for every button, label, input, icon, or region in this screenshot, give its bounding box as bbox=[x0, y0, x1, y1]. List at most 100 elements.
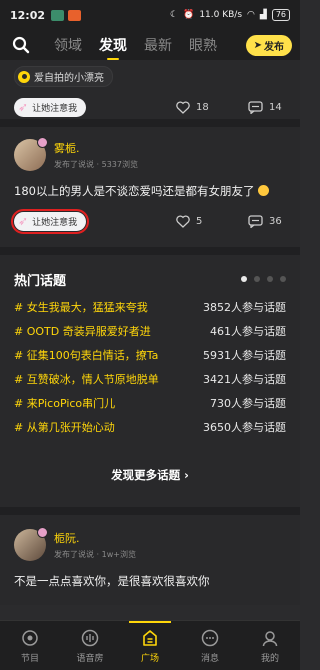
topic-row[interactable]: # 互赞破冰，情人节原地脱单 3421人参与话题 bbox=[14, 367, 286, 391]
top-nav: 领域 发现 最新 眼熟 ➤ 发布 bbox=[0, 30, 300, 60]
publish-button[interactable]: ➤ 发布 bbox=[245, 34, 292, 56]
like-count: 5 bbox=[196, 215, 203, 227]
post-actions: ➶ 让她注意我 18 14 bbox=[14, 89, 286, 125]
discover-more-topics-link[interactable]: 发现更多话题 › bbox=[14, 439, 286, 507]
topic-row[interactable]: # 女生我最大，猛猛来夸我 3852人参与话题 bbox=[14, 295, 286, 319]
profile-icon bbox=[260, 628, 280, 648]
bottom-nav: 节目 语音房 广场 消息 我的 bbox=[0, 620, 300, 670]
topic-name: # OOTD 奇装异服爱好者进 bbox=[14, 325, 151, 338]
nav-programs[interactable]: 节目 bbox=[0, 621, 60, 670]
nav-square[interactable]: 广场 bbox=[120, 621, 180, 670]
nav-profile[interactable]: 我的 bbox=[240, 621, 300, 670]
notice-her-button[interactable]: ➶ 让她注意我 bbox=[10, 208, 90, 234]
like-count: 18 bbox=[196, 101, 209, 113]
topic-count: 730人参与话题 bbox=[210, 397, 286, 410]
smile-emoji-icon bbox=[258, 185, 270, 196]
comment-button[interactable]: 14 bbox=[248, 100, 282, 114]
nav-messages-label: 消息 bbox=[200, 653, 219, 664]
tab-bar: 领域 发现 最新 眼熟 bbox=[54, 35, 217, 60]
post-text[interactable]: 不是一点点喜欢你，是很喜欢很喜欢你 bbox=[14, 573, 286, 589]
tab-domain[interactable]: 领域 bbox=[54, 35, 82, 55]
tab-familiar[interactable]: 眼熟 bbox=[189, 35, 217, 55]
hot-topics-title: 热门话题 bbox=[14, 273, 67, 289]
signal-icon: ▟ bbox=[259, 10, 267, 20]
like-button[interactable]: 5 bbox=[176, 214, 203, 228]
heart-icon bbox=[176, 100, 190, 114]
square-icon bbox=[140, 628, 160, 648]
heart-icon bbox=[176, 214, 190, 228]
soundwave-icon bbox=[80, 628, 100, 648]
wifi-icon: ◠ bbox=[247, 10, 255, 20]
post-text-body: 180以上的男人是不谈恋爱吗还是都有女朋友了 bbox=[14, 184, 255, 198]
notice-label: 让她注意我 bbox=[32, 103, 78, 114]
topic-row[interactable]: # 征集100句表白情话，撩Ta 5931人参与话题 bbox=[14, 343, 286, 367]
post-card: 栀阮. 发布了说说 · 1w+浏览 不是一点点喜欢你，是很喜欢很喜欢你 bbox=[0, 515, 300, 605]
carousel-dots[interactable] bbox=[241, 276, 286, 282]
nav-messages[interactable]: 消息 bbox=[180, 621, 240, 670]
gender-badge bbox=[37, 137, 48, 148]
notice-her-button[interactable]: ➶ 让她注意我 bbox=[14, 97, 87, 117]
hot-topics: 热门话题 # 女生我最大，猛猛来夸我 3852人参与话题 # OOTD 奇装异服爱… bbox=[0, 255, 300, 515]
topic-name: # 从第几张开始心动 bbox=[14, 421, 115, 434]
feed: 爱自拍的小漂亮 ➶ 让她注意我 18 14 雾栀. 发布了说说 · 5337浏览 bbox=[0, 60, 300, 605]
publish-label: 发布 bbox=[264, 41, 284, 53]
comment-button[interactable]: 36 bbox=[248, 214, 282, 228]
topic-count: 3852人参与话题 bbox=[203, 301, 286, 314]
topic-row[interactable]: # 来PicoPico串门儿 730人参与话题 bbox=[14, 391, 286, 415]
status-time: 12:02 bbox=[10, 8, 46, 22]
program-icon bbox=[20, 628, 40, 648]
nav-square-label: 广场 bbox=[140, 653, 159, 664]
message-icon bbox=[200, 628, 220, 648]
post-actions: ➶ 让她注意我 5 36 bbox=[10, 203, 286, 239]
topic-name: # 女生我最大，猛猛来夸我 bbox=[14, 301, 148, 314]
topic-count: 5931人参与话题 bbox=[203, 349, 286, 362]
nav-programs-label: 节目 bbox=[20, 653, 39, 664]
post-card: 爱自拍的小漂亮 ➶ 让她注意我 18 14 bbox=[0, 60, 300, 127]
carousel-dot bbox=[280, 276, 286, 282]
carousel-dot bbox=[254, 276, 260, 282]
network-speed: 11.0 KB/s bbox=[199, 10, 243, 20]
carousel-dot bbox=[267, 276, 273, 282]
like-button[interactable]: 18 bbox=[176, 100, 209, 114]
comment-count: 36 bbox=[269, 215, 282, 227]
alarm-icon: ⏰ bbox=[183, 10, 195, 20]
post-tag-label: 爱自拍的小漂亮 bbox=[34, 73, 104, 84]
topic-count: 461人参与话题 bbox=[210, 325, 286, 338]
topic-row[interactable]: # OOTD 奇装异服爱好者进 461人参与话题 bbox=[14, 319, 286, 343]
topic-count: 3421人参与话题 bbox=[203, 373, 286, 386]
comment-icon bbox=[248, 100, 263, 114]
status-bar: 12:02 ☾ ⏰ 11.0 KB/s ◠ ▟ 76 bbox=[0, 0, 300, 30]
username[interactable]: 雾栀. bbox=[54, 140, 138, 156]
post-meta: 发布了说说 · 1w+浏览 bbox=[54, 550, 136, 559]
tab-discover[interactable]: 发现 bbox=[99, 35, 127, 60]
tag-icon bbox=[18, 70, 30, 83]
post-author[interactable]: 栀阮. 发布了说说 · 1w+浏览 bbox=[14, 515, 286, 561]
post-tag[interactable]: 爱自拍的小漂亮 bbox=[14, 66, 113, 87]
topic-name: # 来PicoPico串门儿 bbox=[14, 397, 116, 410]
tab-latest[interactable]: 最新 bbox=[144, 35, 172, 55]
nav-voice-room[interactable]: 语音房 bbox=[60, 621, 120, 670]
nav-profile-label: 我的 bbox=[260, 653, 279, 664]
post-text[interactable]: 180以上的男人是不谈恋爱吗还是都有女朋友了 bbox=[14, 183, 286, 199]
comment-count: 14 bbox=[269, 101, 282, 113]
avatar[interactable] bbox=[14, 527, 48, 561]
topic-row[interactable]: # 从第几张开始心动 3650人参与话题 bbox=[14, 415, 286, 439]
cupid-arrow-icon: ➶ bbox=[18, 214, 29, 228]
moon-icon: ☾ bbox=[170, 10, 179, 20]
send-icon: ➤ bbox=[253, 39, 262, 51]
nav-voice-room-label: 语音房 bbox=[76, 653, 104, 664]
search-icon[interactable] bbox=[8, 32, 34, 58]
topic-name: # 征集100句表白情话，撩Ta bbox=[14, 349, 159, 362]
topic-name: # 互赞破冰，情人节原地脱单 bbox=[14, 373, 159, 386]
cupid-arrow-icon: ➶ bbox=[18, 100, 29, 114]
gender-badge bbox=[37, 527, 48, 538]
battery-icon: 76 bbox=[271, 9, 290, 21]
carousel-dot bbox=[241, 276, 247, 282]
app-notification-icon bbox=[51, 9, 65, 21]
comment-icon bbox=[248, 214, 263, 228]
app-notification-icon bbox=[68, 9, 82, 21]
avatar[interactable] bbox=[14, 137, 48, 171]
username[interactable]: 栀阮. bbox=[54, 530, 136, 546]
post-author[interactable]: 雾栀. 发布了说说 · 5337浏览 bbox=[14, 127, 286, 171]
topic-count: 3650人参与话题 bbox=[203, 421, 286, 434]
